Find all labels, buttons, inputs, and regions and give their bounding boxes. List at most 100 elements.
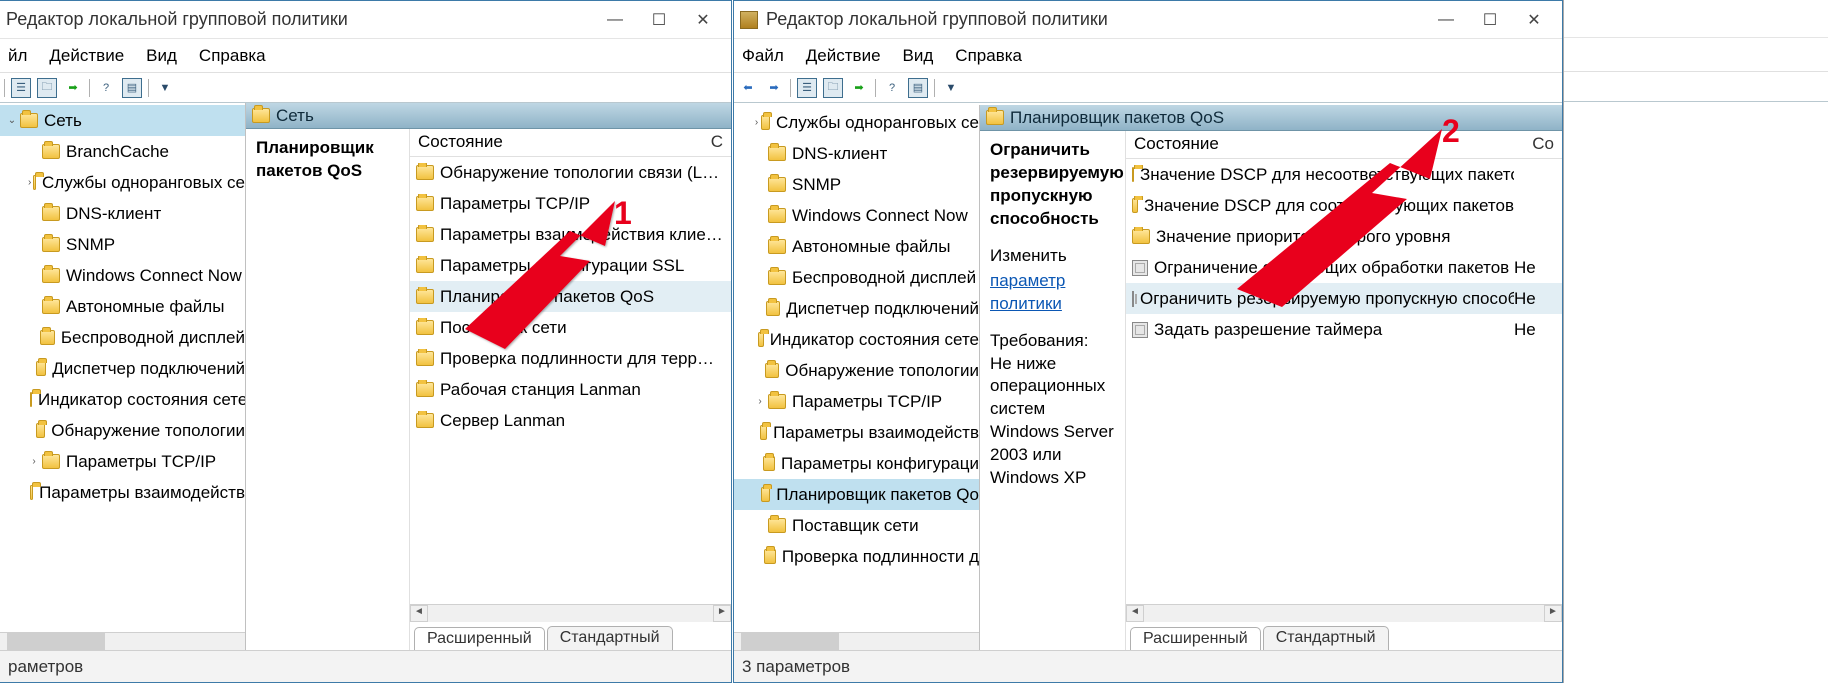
tree-item-label: Параметры конфигураци [781, 454, 979, 474]
tab-standard[interactable]: Стандартный [1263, 626, 1389, 650]
list-row[interactable]: Поставщик сети [410, 312, 731, 343]
menu-help[interactable]: Справка [951, 44, 1026, 68]
tree-item[interactable]: SNMP [734, 169, 979, 200]
tree-item[interactable]: Беспроводной дисплей [0, 322, 245, 353]
close-button[interactable]: ✕ [681, 10, 725, 30]
menu-action[interactable]: Действие [802, 44, 885, 68]
tree-item[interactable]: Параметры конфигураци [734, 448, 979, 479]
toolbar-back-icon[interactable]: ⬅ [738, 78, 758, 98]
tree-item[interactable]: Windows Connect Now [0, 260, 245, 291]
list-row[interactable]: Обнаружение топологии связи (L… [410, 157, 731, 188]
tree-item[interactable]: Поставщик сети [734, 510, 979, 541]
toolbar-icon-filter[interactable]: ▼ [941, 78, 961, 98]
close-button[interactable]: ✕ [1512, 10, 1556, 30]
expand-icon[interactable]: › [28, 456, 40, 467]
toolbar-icon-filter[interactable]: ▼ [155, 78, 175, 98]
tab-standard[interactable]: Стандартный [547, 626, 673, 650]
list-row[interactable]: Значение приоритета второго уровня [1126, 221, 1562, 252]
tree-item[interactable]: Диспетчер подключений [734, 293, 979, 324]
list-hscrollbar[interactable]: ◄► [410, 604, 731, 622]
list-row[interactable]: Значение DSCP для несоответствующих паке… [1126, 159, 1562, 190]
scroll-right-icon[interactable]: ► [713, 605, 731, 622]
col-state[interactable]: Состояние [410, 129, 691, 156]
tree-item[interactable]: ›Параметры TCP/IP [0, 446, 245, 477]
col-extra[interactable]: Со [1520, 131, 1562, 158]
toolbar-icon-export[interactable]: ➡ [63, 78, 83, 98]
toolbar-icon-2[interactable]: 🗀 [37, 78, 57, 98]
maximize-button[interactable]: ☐ [1468, 10, 1512, 30]
toolbar-icon-export[interactable]: ➡ [849, 78, 869, 98]
tree-item[interactable]: › Службы одноранговых се [734, 107, 979, 138]
tree-item[interactable]: Параметры взаимодейств [0, 477, 245, 508]
app-icon [740, 11, 758, 29]
scroll-right-icon[interactable]: ► [1544, 605, 1562, 622]
expand-icon[interactable]: › [754, 117, 759, 128]
menu-action[interactable]: Действие [45, 44, 128, 68]
tree-item[interactable]: Обнаружение топологии [0, 415, 245, 446]
tab-extended[interactable]: Расширенный [414, 627, 545, 651]
menu-view[interactable]: Вид [899, 44, 938, 68]
list-row[interactable]: Планировщик пакетов QoS [410, 281, 731, 312]
tree-item[interactable]: DNS-клиент [0, 198, 245, 229]
tree-item[interactable]: BranchCache [0, 136, 245, 167]
tree-item[interactable]: Проверка подлинности д [734, 541, 979, 572]
toolbar-fwd-icon[interactable]: ➡ [764, 78, 784, 98]
toolbar-icon-2[interactable]: 🗀 [823, 78, 843, 98]
toolbar-icon-help[interactable]: ? [96, 78, 116, 98]
col-extra[interactable]: С [691, 129, 731, 156]
list-row[interactable]: Ограничить резервируемую пропускную спос… [1126, 283, 1562, 314]
toolbar-icon-props[interactable]: ▤ [122, 78, 142, 98]
menu-file[interactable]: Файл [738, 44, 788, 68]
tree-hscrollbar[interactable] [0, 632, 245, 650]
list-row[interactable]: Проверка подлинности для терр… [410, 343, 731, 374]
tree-item[interactable]: SNMP [0, 229, 245, 260]
tree-item[interactable]: Windows Connect Now [734, 200, 979, 231]
list-row[interactable]: Задать разрешение таймераНе [1126, 314, 1562, 345]
list-row[interactable]: Параметры конфигурации SSL [410, 250, 731, 281]
list-row[interactable]: Ограничение ожидающих обработки пакетовН… [1126, 252, 1562, 283]
list-row[interactable]: Рабочая станция Lanman [410, 374, 731, 405]
list-row[interactable]: Параметры TCP/IP [410, 188, 731, 219]
tree-item[interactable]: Индикатор состояния сете [734, 324, 979, 355]
minimize-button[interactable]: — [1424, 11, 1468, 29]
tree-item[interactable]: Параметры взаимодейств [734, 417, 979, 448]
detail-change-link[interactable]: параметр политики [990, 271, 1065, 313]
list-row[interactable]: Параметры взаимодействия клие… [410, 219, 731, 250]
tree-item[interactable]: ›Службы одноранговых се [0, 167, 245, 198]
collapse-icon[interactable]: ⌄ [6, 115, 18, 126]
tab-extended[interactable]: Расширенный [1130, 627, 1261, 651]
scroll-left-icon[interactable]: ◄ [410, 605, 428, 622]
tree-item[interactable]: Беспроводной дисплей [734, 262, 979, 293]
toolbar-icon-help[interactable]: ? [882, 78, 902, 98]
tree-item[interactable]: Диспетчер подключений [0, 353, 245, 384]
menu-file[interactable]: йл [4, 44, 31, 68]
scroll-left-icon[interactable]: ◄ [1126, 605, 1144, 622]
list-hscrollbar[interactable]: ◄► [1126, 604, 1562, 622]
tree-item[interactable]: Индикатор состояния сете [0, 384, 245, 415]
tree-item-label: Планировщик пакетов Qo [776, 485, 979, 505]
menu-help[interactable]: Справка [195, 44, 270, 68]
toolbar-icon-1[interactable]: ☰ [11, 78, 31, 98]
tree-item[interactable]: Автономные файлы [0, 291, 245, 322]
minimize-button[interactable]: — [593, 11, 637, 29]
toolbar-icon-1[interactable]: ☰ [797, 78, 817, 98]
tree-item[interactable]: ›Параметры TCP/IP [734, 386, 979, 417]
tree-root-item[interactable]: ⌄ Сеть [0, 105, 245, 136]
menu-view[interactable]: Вид [142, 44, 181, 68]
folder-icon [36, 423, 46, 438]
tree-item-label: Службы одноранговых се [776, 113, 979, 133]
maximize-button[interactable]: ☐ [637, 10, 681, 30]
list-row[interactable]: Значение DSCP для соответствующих пакето… [1126, 190, 1562, 221]
col-state[interactable]: Состояние [1126, 131, 1520, 158]
tree-hscrollbar[interactable] [734, 632, 979, 650]
folder-icon [416, 165, 434, 180]
list-row[interactable]: Сервер Lanman [410, 405, 731, 436]
expand-icon[interactable]: › [28, 177, 31, 188]
tree-item[interactable]: Обнаружение топологии [734, 355, 979, 386]
tree-item[interactable]: Автономные файлы [734, 231, 979, 262]
tree-item[interactable]: DNS-клиент [734, 138, 979, 169]
tree-item[interactable]: Планировщик пакетов Qo [734, 479, 979, 510]
expand-icon[interactable]: › [754, 396, 766, 407]
toolbar-icon-props[interactable]: ▤ [908, 78, 928, 98]
menubar: Файл Действие Вид Справка [734, 39, 1562, 73]
